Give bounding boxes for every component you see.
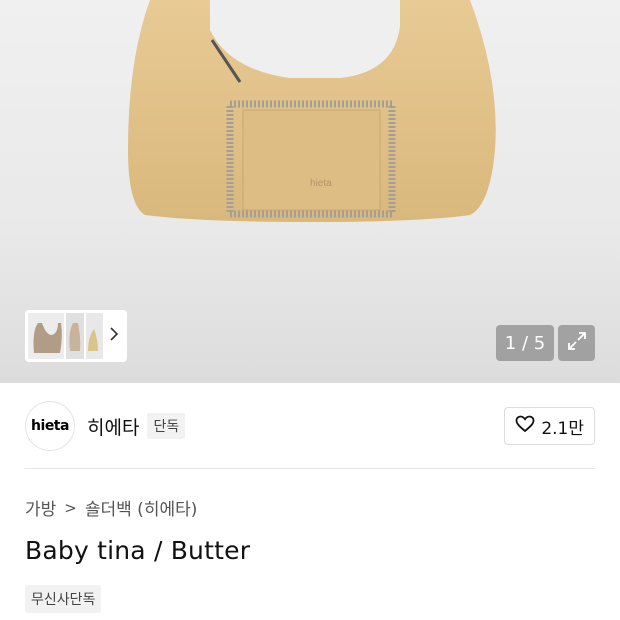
image-counter: 1 / 5 — [496, 325, 554, 361]
thumbnail-images[interactable] — [28, 313, 103, 359]
svg-text:hieta: hieta — [310, 178, 332, 189]
divider — [25, 468, 595, 469]
product-image-gallery[interactable]: hieta 1 / 5 — [0, 0, 620, 383]
breadcrumb-separator: > — [64, 498, 77, 517]
breadcrumb: 가방 > 숄더백 (히에타) — [25, 495, 198, 521]
breadcrumb-subcategory[interactable]: 숄더백 (히에타) — [85, 495, 198, 520]
expand-button[interactable] — [558, 325, 595, 361]
product-title: Baby tina / Butter — [25, 536, 251, 565]
brand-name[interactable]: 히에타 — [87, 413, 139, 440]
brand-row: hieta 히에타 단독 2.1만 — [25, 400, 595, 452]
heart-icon — [515, 415, 535, 438]
expand-icon — [566, 330, 588, 356]
chevron-right-icon[interactable] — [109, 327, 119, 345]
exclusive-tag: 무신사단독 — [25, 585, 102, 613]
thumbnail-strip[interactable] — [25, 310, 127, 362]
like-count: 2.1만 — [541, 418, 584, 439]
brand-logo[interactable]: hieta — [25, 401, 75, 451]
exclusive-badge: 단독 — [147, 413, 186, 439]
like-button[interactable]: 2.1만 — [504, 407, 595, 445]
breadcrumb-category[interactable]: 가방 — [25, 495, 56, 520]
